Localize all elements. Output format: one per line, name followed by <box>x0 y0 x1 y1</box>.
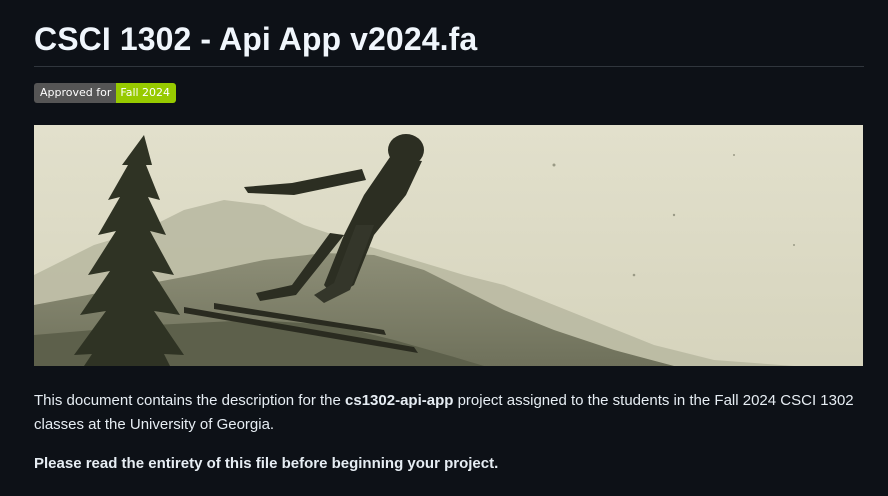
ski-jumper-photo <box>34 125 863 366</box>
read-entirety-note: Please read the entirety of this file be… <box>34 455 499 472</box>
approval-badge[interactable]: Approved for Fall 2024 <box>34 83 177 103</box>
badge-label: Approved for <box>34 83 117 103</box>
readme-page: CSCI 1302 - Api App v2024.fa Approved fo… <box>0 0 888 496</box>
description-prefix: This document contains the description f… <box>34 392 346 409</box>
page-title: CSCI 1302 - Api App v2024.fa <box>34 21 478 57</box>
hero-image <box>34 125 863 366</box>
badge-value: Fall 2024 <box>116 83 177 103</box>
project-name: cs1302-api-app <box>345 392 454 409</box>
title-divider <box>34 66 864 67</box>
project-description: This document contains the description f… <box>34 389 864 437</box>
